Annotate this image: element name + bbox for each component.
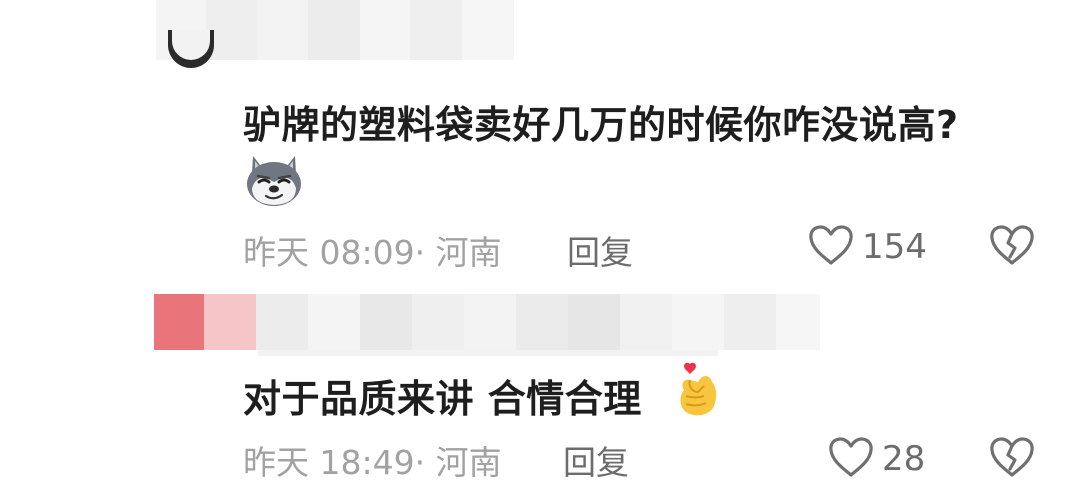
like-button[interactable]: 28 (828, 436, 925, 482)
reply-button[interactable]: 回复 (563, 436, 629, 484)
comment-text: 驴牌的塑料袋卖好几万的时候你咋没说高? (243, 103, 959, 147)
finger-heart-emoji (674, 362, 720, 420)
blurred-username (154, 294, 822, 350)
avatar[interactable] (168, 30, 214, 68)
like-count: 154 (862, 227, 927, 267)
reply-button[interactable]: 回复 (567, 226, 633, 274)
like-count: 28 (882, 439, 926, 479)
comment-meta: 昨天 08:09· 河南 (243, 226, 502, 274)
blurred-underline (258, 350, 718, 356)
comment-meta: 昨天 18:49· 河南 (243, 436, 502, 484)
comment-time: 昨天 08:09 (243, 233, 415, 272)
broken-heart-icon[interactable] (989, 436, 1035, 482)
comment-text: 对于品质来讲 合情合理 (243, 377, 642, 421)
comment-time: 昨天 18:49 (243, 443, 415, 482)
comment-location: 河南 (435, 443, 502, 482)
heart-icon (808, 224, 854, 270)
meta-separator: · (414, 233, 426, 272)
heart-icon (828, 436, 874, 482)
comment-location: 河南 (435, 233, 502, 272)
dog-smirk-emoji (244, 152, 304, 208)
meta-separator: · (414, 443, 426, 482)
broken-heart-icon[interactable] (989, 224, 1035, 270)
like-button[interactable]: 154 (808, 224, 927, 270)
